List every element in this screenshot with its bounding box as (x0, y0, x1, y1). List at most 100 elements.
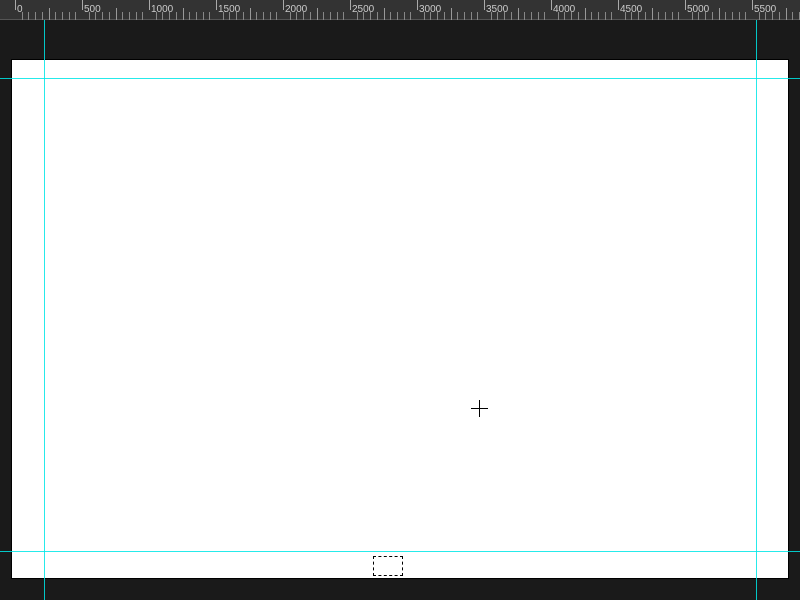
ruler-tick-minor (658, 12, 659, 20)
ruler-tick-minor (223, 12, 224, 20)
ruler-tick-minor (256, 12, 257, 20)
ruler-tick-minor (779, 12, 780, 20)
ruler-tick-major (82, 0, 83, 10)
ruler-tick-minor (652, 8, 653, 20)
ruler-tick-minor (330, 12, 331, 20)
ruler-tick-minor (511, 12, 512, 20)
ruler-tick-major (484, 0, 485, 10)
guide-vertical[interactable] (756, 20, 757, 600)
guide-vertical[interactable] (44, 20, 45, 600)
ruler-tick-minor (250, 8, 251, 20)
selection-marquee[interactable] (373, 556, 403, 576)
ruler-tick-minor (765, 12, 766, 20)
ruler-tick-minor (672, 12, 673, 20)
ruler-tick-minor (732, 12, 733, 20)
ruler-tick-minor (337, 12, 338, 20)
ruler-tick-minor (229, 12, 230, 20)
ruler-tick-minor (343, 12, 344, 20)
ruler-label: 500 (84, 4, 101, 15)
document-canvas[interactable] (12, 60, 788, 578)
ruler-tick-minor (410, 12, 411, 20)
ruler-tick-major (149, 0, 150, 10)
ruler-tick-minor (142, 12, 143, 20)
ruler-tick-minor (772, 12, 773, 20)
ruler-tick-major (618, 0, 619, 10)
ruler-tick-minor (497, 12, 498, 20)
ruler-tick-minor (471, 12, 472, 20)
ruler-tick-minor (719, 8, 720, 20)
ruler-tick-minor (390, 12, 391, 20)
ruler-tick-minor (638, 12, 639, 20)
ruler-tick-minor (678, 12, 679, 20)
ruler-tick-minor (504, 12, 505, 20)
ruler-tick-minor (310, 12, 311, 20)
ruler-tick-minor (786, 8, 787, 20)
guide-horizontal[interactable] (0, 551, 800, 552)
ruler-tick-minor (69, 12, 70, 20)
ruler-tick-minor (397, 12, 398, 20)
ruler-tick-minor (263, 12, 264, 20)
ruler-tick-minor (162, 12, 163, 20)
ruler-tick-minor (430, 12, 431, 20)
ruler-tick-major (350, 0, 351, 10)
ruler-tick-minor (236, 12, 237, 20)
ruler-tick-minor (243, 12, 244, 20)
ruler-tick-minor (296, 12, 297, 20)
ruler-tick-minor (276, 12, 277, 20)
ruler-tick-minor (725, 12, 726, 20)
ruler-tick-major (685, 0, 686, 10)
ruler-tick-minor (363, 12, 364, 20)
ruler-tick-major (417, 0, 418, 10)
ruler-tick-minor (564, 12, 565, 20)
ruler-tick-minor (129, 12, 130, 20)
ruler-tick-minor (605, 12, 606, 20)
ruler-tick-minor (531, 12, 532, 20)
ruler-tick-minor (491, 12, 492, 20)
ruler-tick-minor (558, 12, 559, 20)
ruler-tick-minor (62, 12, 63, 20)
ruler-tick-minor (712, 12, 713, 20)
ruler-tick-minor (457, 12, 458, 20)
ruler-tick-minor (42, 12, 43, 20)
ruler-tick-minor (598, 12, 599, 20)
ruler-tick-minor (196, 12, 197, 20)
ruler-tick-minor (745, 12, 746, 20)
ruler-tick-minor (665, 12, 666, 20)
ruler-tick-minor (116, 8, 117, 20)
ruler-tick-minor (55, 12, 56, 20)
ruler-tick-minor (424, 12, 425, 20)
ruler-tick-minor (102, 12, 103, 20)
ruler-tick-minor (477, 12, 478, 20)
ruler-tick-minor (464, 12, 465, 20)
ruler-tick-minor (290, 12, 291, 20)
ruler-tick-minor (739, 12, 740, 20)
ruler-tick-minor (189, 12, 190, 20)
ruler-tick-minor (792, 12, 793, 20)
ruler-tick-minor (544, 12, 545, 20)
ruler-tick-minor (625, 12, 626, 20)
ruler-tick-minor (35, 12, 36, 20)
ruler-tick-minor (437, 12, 438, 20)
ruler-tick-major (283, 0, 284, 10)
ruler-tick-major (551, 0, 552, 10)
ruler-tick-minor (571, 12, 572, 20)
canvas-viewport[interactable] (0, 20, 800, 600)
ruler-tick-minor (136, 12, 137, 20)
guide-horizontal[interactable] (0, 78, 800, 79)
ruler-tick-minor (538, 12, 539, 20)
ruler-tick-minor (270, 12, 271, 20)
ruler-tick-minor (22, 12, 23, 20)
ruler-tick-minor (404, 12, 405, 20)
ruler-tick-minor (357, 12, 358, 20)
ruler-tick-minor (109, 12, 110, 20)
ruler-tick-minor (323, 12, 324, 20)
ruler-tick-minor (156, 12, 157, 20)
ruler-tick-minor (692, 12, 693, 20)
ruler-tick-minor (524, 12, 525, 20)
ruler-tick-minor (49, 8, 50, 20)
ruler-tick-minor (645, 12, 646, 20)
ruler-tick-minor (611, 12, 612, 20)
ruler-tick-minor (444, 12, 445, 20)
ruler-tick-major (15, 0, 16, 10)
horizontal-ruler[interactable]: 0500100015002000250030003500400045005000… (0, 0, 800, 20)
